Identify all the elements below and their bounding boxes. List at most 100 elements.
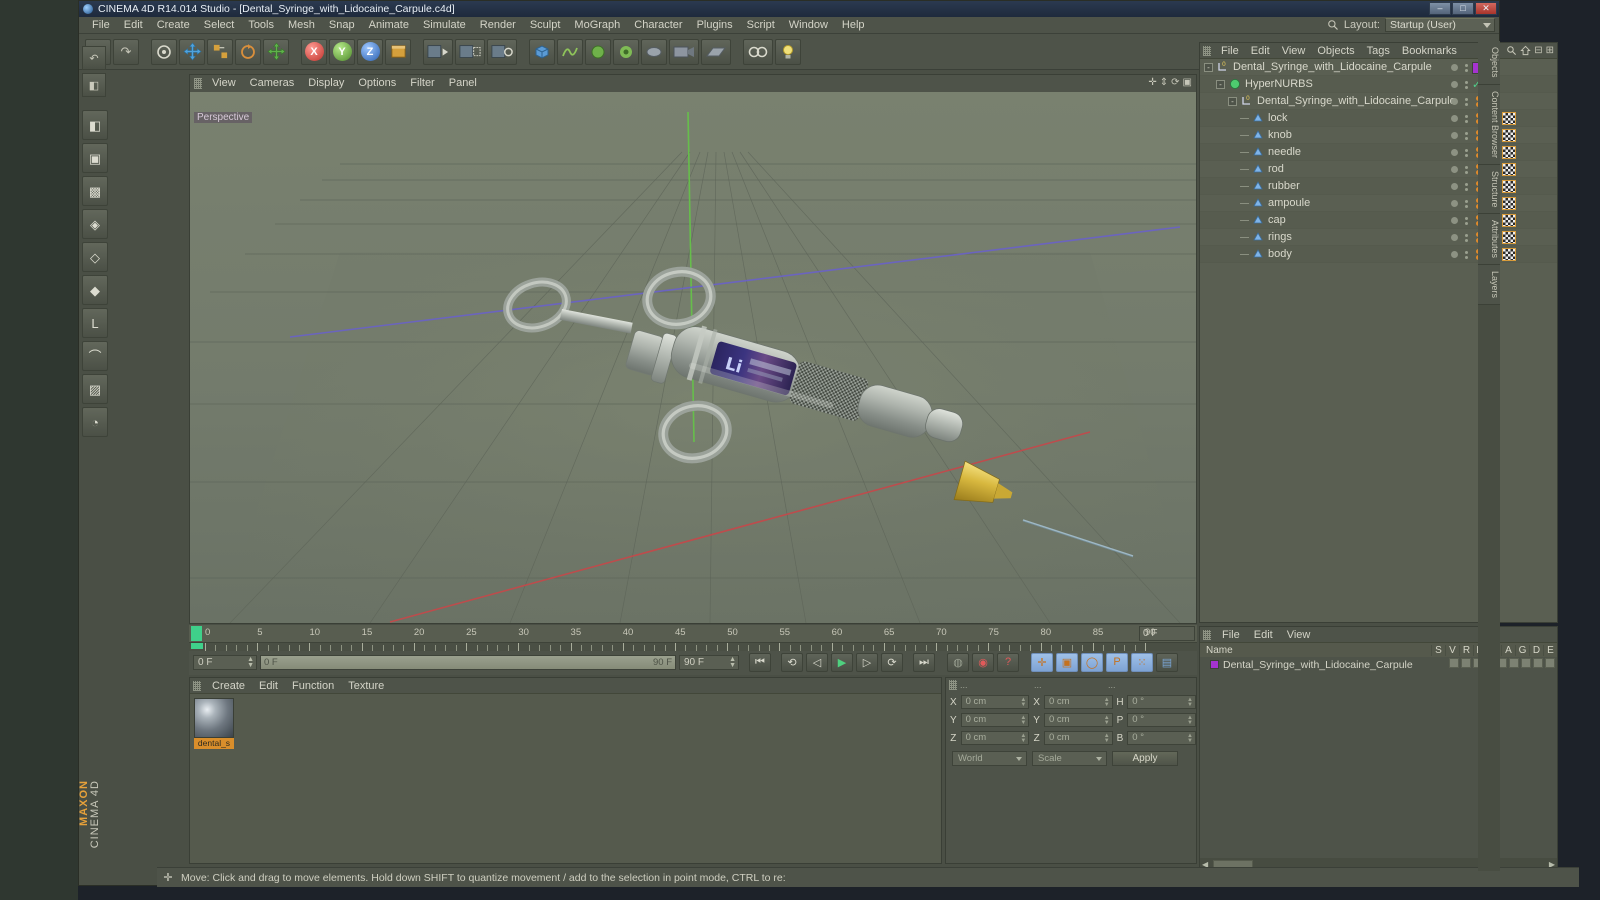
visibility-dot-editor[interactable] — [1451, 64, 1458, 71]
object-row[interactable]: rings — [1200, 229, 1557, 246]
menu-item-character[interactable]: Character — [627, 17, 689, 34]
layer-toggle-icon[interactable] — [1545, 658, 1555, 668]
spinner-icon[interactable]: ▲ ▼ — [1187, 697, 1193, 708]
visibility-dot-render[interactable] — [1465, 148, 1468, 157]
object-row[interactable]: lock — [1200, 110, 1557, 127]
visibility-dot-render[interactable] — [1465, 114, 1468, 123]
menu-item-file[interactable]: File — [85, 17, 117, 34]
material-item[interactable]: dental_s — [194, 698, 234, 752]
visibility-dot-render[interactable] — [1465, 63, 1468, 72]
layer-toggle-icon[interactable] — [1521, 658, 1531, 668]
object-row[interactable]: rubber — [1200, 178, 1557, 195]
visibility-dot-editor[interactable] — [1451, 81, 1458, 88]
search-icon[interactable] — [1327, 19, 1339, 31]
menu-item-plugins[interactable]: Plugins — [690, 17, 740, 34]
spinner-icon[interactable]: ▲ ▼ — [1104, 715, 1110, 726]
lock-z-axis-button[interactable]: Z — [357, 38, 383, 65]
lock-y-axis-button[interactable]: Y — [329, 38, 355, 65]
object-row[interactable]: body — [1200, 246, 1557, 263]
plane-anim-button[interactable]: ⁙ — [1131, 652, 1153, 672]
menu-item-mesh[interactable]: Mesh — [281, 17, 322, 34]
scale-key-button[interactable]: ▣ — [1056, 652, 1078, 672]
visibility-dot-editor[interactable] — [1451, 251, 1458, 258]
layer-toggles[interactable] — [1449, 658, 1555, 668]
coord-input-position-Z[interactable]: 0 cm ▲ ▼ — [960, 731, 1030, 745]
visibility-dot-editor[interactable] — [1451, 217, 1458, 224]
right-tab-attributes[interactable]: Attributes — [1478, 214, 1500, 266]
time-range-slider[interactable]: 0 F 90 F — [260, 654, 676, 670]
spinner-icon[interactable]: ▲ ▼ — [1020, 733, 1026, 744]
object-row[interactable]: - 0 Dental_Syringe_with_Lidocaine_Carpule — [1200, 93, 1557, 110]
visibility-dot-render[interactable] — [1465, 199, 1468, 208]
texture-tag-icon[interactable] — [1502, 214, 1516, 227]
tree-expander-icon[interactable]: - — [1228, 96, 1237, 106]
deformer-button[interactable] — [613, 38, 639, 65]
visibility-dot-editor[interactable] — [1451, 132, 1458, 139]
spinner-icon[interactable]: ▲ ▼ — [1104, 697, 1110, 708]
texture-tag-icon[interactable] — [1502, 180, 1516, 193]
panel-grip-icon-objects[interactable] — [1203, 45, 1211, 56]
rotate-view-icon[interactable]: ⟳ — [1171, 77, 1179, 88]
end-frame-field[interactable]: 90 F ▲ ▼ — [679, 654, 739, 670]
layout-select[interactable]: Startup (User) — [1385, 18, 1495, 32]
object-tree[interactable]: -0 Dental_Syringe_with_Lidocaine_Carpule -… — [1200, 59, 1557, 622]
visibility-dot-editor[interactable] — [1451, 183, 1458, 190]
texture-tag-icon[interactable] — [1502, 129, 1516, 142]
live-selection-button[interactable] — [151, 38, 177, 65]
viewport-menu-panel[interactable]: Panel — [442, 75, 484, 92]
position-key-button[interactable]: ✛ — [1031, 652, 1053, 672]
right-tab-structure[interactable]: Structure — [1478, 164, 1500, 215]
coordinate-system-select[interactable]: World — [952, 751, 1027, 766]
cube-primitive-button[interactable] — [529, 38, 555, 65]
spinner-icon[interactable]: ▲ ▼ — [1187, 733, 1193, 744]
menu-item-help[interactable]: Help — [835, 17, 872, 34]
apply-button[interactable]: Apply — [1112, 751, 1178, 766]
go-to-start-button[interactable]: ⏮ — [749, 652, 771, 672]
object-menu-edit[interactable]: Edit — [1245, 43, 1276, 59]
go-to-end-button[interactable]: ⏭ — [913, 652, 935, 672]
floor-button[interactable] — [701, 38, 731, 65]
visibility-dot-render[interactable] — [1465, 233, 1468, 242]
layer-menu-file[interactable]: File — [1215, 627, 1247, 643]
world-coordinate-button[interactable] — [385, 38, 411, 65]
layer-row[interactable]: Dental_Syringe_with_Lidocaine_Carpule — [1200, 657, 1557, 672]
param-key-button[interactable]: P — [1106, 652, 1128, 672]
object-menu-file[interactable]: File — [1215, 43, 1245, 59]
material-list[interactable]: dental_s — [190, 694, 941, 863]
coord-input-rotation-P[interactable]: 0 ° ▲ ▼ — [1127, 713, 1196, 727]
texture-mode-button[interactable]: ▩ — [82, 176, 108, 206]
axis-modify-button[interactable]: L — [82, 308, 108, 338]
visibility-dot-render[interactable] — [1465, 97, 1468, 106]
panel-grip-icon[interactable] — [194, 78, 202, 89]
right-tab-layers[interactable]: Layers — [1478, 265, 1500, 306]
tree-expander-icon[interactable]: - — [1204, 62, 1213, 72]
panel-grip-icon-materials[interactable] — [193, 680, 201, 691]
spinner-icon[interactable]: ▲ ▼ — [1020, 715, 1026, 726]
texture-tag-icon[interactable] — [1502, 197, 1516, 210]
coord-input-rotation-H[interactable]: 0 ° ▲ ▼ — [1127, 695, 1196, 709]
search-icon-objects[interactable] — [1506, 45, 1517, 56]
visibility-dot-render[interactable] — [1465, 165, 1468, 174]
panel-grip-icon-coords[interactable] — [949, 680, 957, 690]
object-menu-bookmarks[interactable]: Bookmarks — [1396, 43, 1463, 59]
viewport-menu-filter[interactable]: Filter — [403, 75, 441, 92]
timeline-ruler[interactable]: 0 F 0 5 10 15 20 25 30 35 40 45 50 55 60 65 70 75 80 85 90 — [189, 625, 1197, 643]
model-mode-button[interactable]: ▣ — [82, 143, 108, 173]
visibility-dot-render[interactable] — [1465, 182, 1468, 191]
rotate-button[interactable] — [235, 38, 261, 65]
coord-input-size-Z[interactable]: 0 cm ▲ ▼ — [1043, 731, 1113, 745]
autokeying-button[interactable]: ◉ — [972, 652, 994, 672]
generator-button[interactable] — [585, 38, 611, 65]
polygons-mode-button[interactable]: ◆ — [82, 275, 108, 305]
material-menu-edit[interactable]: Edit — [252, 678, 285, 694]
keyframe-help-button[interactable]: ? — [997, 652, 1019, 672]
texture-tag-icon[interactable] — [1502, 248, 1516, 261]
render-view-button[interactable] — [423, 38, 453, 65]
move-alt-button[interactable] — [263, 38, 289, 65]
layer-toggle-icon[interactable] — [1449, 658, 1459, 668]
object-menu-objects[interactable]: Objects — [1311, 43, 1360, 59]
visibility-dot-editor[interactable] — [1451, 234, 1458, 241]
object-menu-view[interactable]: View — [1276, 43, 1312, 59]
points-mode-button[interactable]: ◈ — [82, 209, 108, 239]
close-button[interactable]: ✕ — [1475, 2, 1497, 15]
